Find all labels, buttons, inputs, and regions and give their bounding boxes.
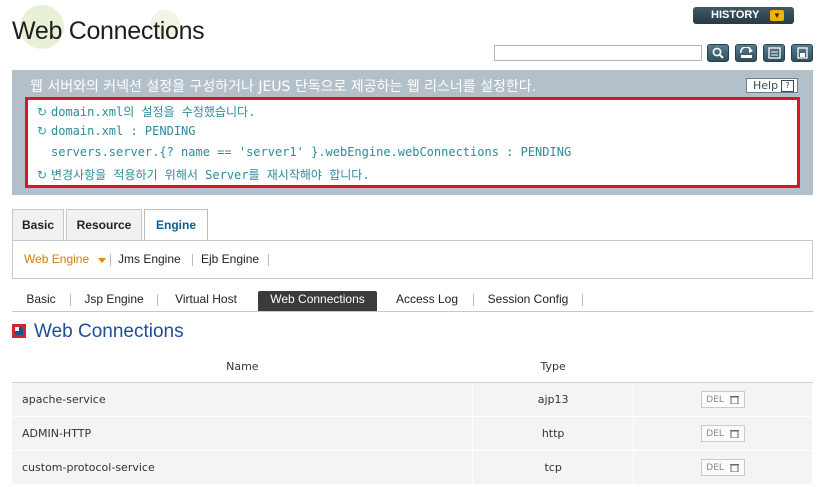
divider — [473, 294, 474, 306]
export-icon — [797, 47, 808, 59]
subnav-ejb-engine[interactable]: Ejb Engine — [201, 252, 259, 266]
column-header-action — [633, 350, 813, 383]
cell-type: http — [472, 416, 635, 451]
divider — [110, 254, 111, 266]
question-icon: ? — [781, 80, 794, 92]
subtab-virtual-host[interactable]: Virtual Host — [164, 291, 248, 311]
divider — [268, 254, 269, 266]
table-header-row: Name Type — [12, 350, 813, 383]
subtab-basic[interactable]: Basic — [19, 291, 63, 311]
message-line: servers.server.{? name == 'server1' }.we… — [51, 145, 572, 159]
trash-icon — [729, 396, 739, 404]
subnav-jms-engine[interactable]: Jms Engine — [118, 252, 181, 266]
search-button[interactable] — [707, 44, 729, 62]
sync-icon: ↻ — [37, 124, 48, 138]
divider — [582, 294, 583, 306]
table-row: ADMIN-HTTP http DEL — [12, 416, 813, 451]
subtab-underline — [12, 311, 813, 312]
xml-button[interactable] — [763, 44, 785, 62]
divider — [70, 294, 71, 306]
trash-icon — [729, 464, 739, 472]
divider — [192, 254, 193, 266]
section-icon — [12, 324, 26, 338]
history-button[interactable]: HISTORY ▼ — [693, 7, 794, 24]
delete-button[interactable]: DEL — [701, 459, 746, 476]
help-label: Help — [753, 79, 779, 92]
tab-basic[interactable]: Basic — [12, 209, 64, 240]
subtab-web-connections[interactable]: Web Connections — [258, 291, 377, 312]
cell-name[interactable]: custom-protocol-service — [12, 450, 474, 485]
tab-engine[interactable]: Engine — [144, 209, 208, 241]
table-row: apache-service ajp13 DEL — [12, 382, 813, 417]
subtab-session-config[interactable]: Session Config — [480, 291, 576, 311]
trash-icon — [729, 430, 739, 438]
cell-name[interactable]: ADMIN-HTTP — [12, 416, 474, 451]
export-button[interactable] — [791, 44, 813, 62]
section-title: Web Connections — [34, 321, 184, 342]
divider — [157, 294, 158, 306]
message-title: 웹 서버와의 커넥션 설정을 구성하거나 JEUS 단독으로 제공하는 웹 리스… — [30, 79, 537, 95]
page-title: Web Connections — [12, 17, 205, 45]
web-connections-table: Name Type apache-service ajp13 DEL ADMIN… — [12, 350, 813, 485]
subtab-access-log[interactable]: Access Log — [389, 291, 465, 311]
delete-button[interactable]: DEL — [701, 425, 746, 442]
search-input[interactable] — [494, 45, 702, 61]
message-line: ↻ 변경사항을 적용하기 위해서 Server를 재시작해야 합니다. — [37, 168, 370, 182]
delete-button[interactable]: DEL — [701, 391, 746, 408]
sync-icon: ↻ — [37, 168, 48, 182]
message-line: ↻ domain.xml : PENDING — [37, 124, 196, 138]
search-icon — [712, 47, 724, 59]
xml-icon — [768, 47, 781, 59]
sync-icon: ↻ — [37, 105, 48, 119]
refresh-icon — [740, 47, 753, 58]
chevron-down-icon: ▼ — [770, 10, 784, 21]
cell-name[interactable]: apache-service — [12, 382, 474, 417]
help-button[interactable]: Help ? — [746, 78, 798, 93]
cell-type: tcp — [472, 450, 635, 485]
column-header-name: Name — [12, 350, 473, 383]
subnav-web-engine[interactable]: Web Engine — [24, 252, 89, 266]
refresh-button[interactable] — [735, 44, 757, 62]
table-row: custom-protocol-service tcp DEL — [12, 450, 813, 485]
tab-resource[interactable]: Resource — [66, 209, 142, 240]
subtab-jsp-engine[interactable]: Jsp Engine — [78, 291, 150, 311]
cell-type: ajp13 — [472, 382, 635, 417]
caret-down-icon — [98, 258, 106, 263]
message-line: ↻ domain.xml의 설정을 수정했습니다. — [37, 105, 256, 119]
column-header-type: Type — [472, 350, 634, 383]
history-label: HISTORY — [711, 9, 760, 21]
